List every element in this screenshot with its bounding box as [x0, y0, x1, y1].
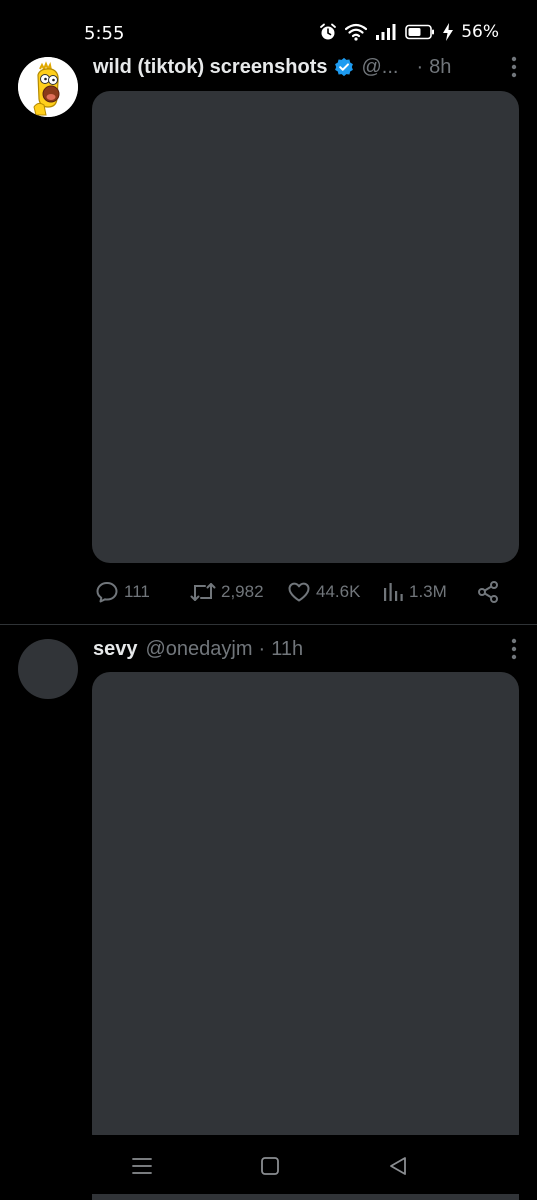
media-peek [92, 1194, 519, 1200]
more-options-icon[interactable] [511, 638, 517, 665]
reply-button[interactable]: 111 [95, 580, 150, 604]
avatar[interactable] [18, 57, 78, 117]
display-name[interactable]: sevy [93, 638, 138, 661]
heart-icon [287, 580, 311, 604]
tweet-2[interactable]: sevy @onedayjm · 11h [0, 625, 537, 1152]
handle[interactable]: @onedayjm [146, 638, 253, 661]
tweet-actions: 111 2,982 44.6K 1.3M [95, 580, 505, 610]
tweet-media[interactable] [92, 91, 519, 563]
like-button[interactable]: 44.6K [287, 580, 360, 604]
back-triangle-icon[interactable] [387, 1155, 409, 1182]
display-name[interactable]: wild (tiktok) screenshots [93, 56, 328, 79]
tweet-header: sevy @onedayjm · 11h [93, 635, 517, 663]
views-button[interactable]: 1.3M [382, 580, 447, 604]
retweet-count: 2,982 [221, 582, 264, 601]
views-icon [382, 580, 404, 604]
timestamp[interactable]: 8h [429, 56, 451, 79]
separator-dot: · [416, 55, 424, 78]
tweet-1[interactable]: wild (tiktok) screenshots @... · 8h 111 … [0, 0, 537, 625]
cartoon-avatar-icon [18, 57, 78, 117]
tweet-header: wild (tiktok) screenshots @... · 8h [93, 53, 517, 81]
system-nav-bar [0, 1135, 537, 1200]
retweet-button[interactable]: 2,982 [190, 580, 264, 604]
tweet-media[interactable] [92, 672, 519, 1152]
like-count: 44.6K [316, 582, 361, 601]
reply-icon [95, 580, 119, 604]
more-options-icon[interactable] [511, 56, 517, 83]
share-icon [476, 580, 500, 604]
menu-icon[interactable] [131, 1155, 153, 1182]
verified-badge-icon [334, 57, 354, 77]
retweet-icon [190, 580, 216, 604]
home-square-icon[interactable] [259, 1155, 281, 1182]
handle[interactable]: @... [362, 56, 399, 79]
avatar[interactable] [18, 639, 78, 699]
reply-count: 111 [124, 582, 150, 601]
share-button[interactable] [476, 580, 500, 604]
separator-dot: · [258, 637, 266, 660]
timestamp[interactable]: 11h [271, 638, 303, 661]
views-count: 1.3M [409, 582, 447, 601]
